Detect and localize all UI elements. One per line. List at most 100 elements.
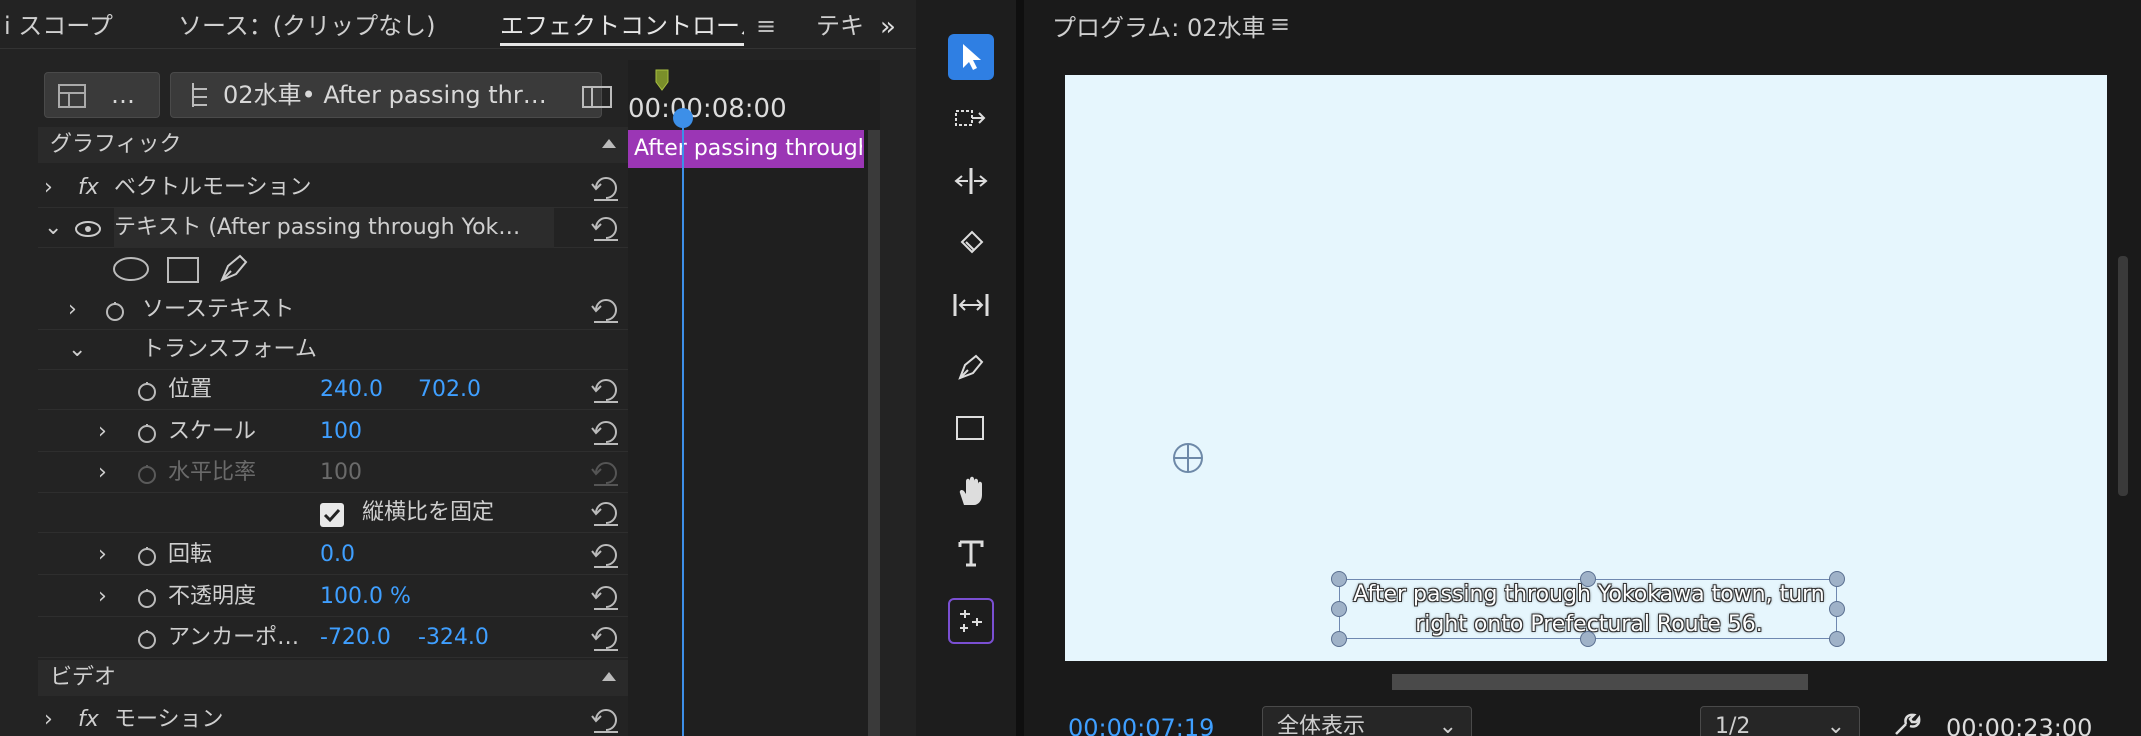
- reset-icon[interactable]: [590, 541, 622, 569]
- row-source-text[interactable]: › ソーステキスト: [38, 290, 628, 330]
- panel-toggle-icon[interactable]: [582, 86, 612, 112]
- program-horizontal-scrollbar[interactable]: [1392, 674, 1808, 690]
- timeline-clip[interactable]: After passing through: [628, 130, 864, 168]
- collapse-chevron-icon[interactable]: ⌄: [68, 330, 86, 370]
- in-point-marker-icon[interactable]: [654, 68, 670, 92]
- reset-icon[interactable]: [590, 583, 622, 611]
- reset-icon[interactable]: [590, 214, 622, 242]
- section-video[interactable]: ビデオ: [38, 660, 628, 696]
- ellipse-mask-icon[interactable]: [112, 256, 150, 286]
- stopwatch-icon[interactable]: [136, 587, 158, 609]
- text-bounding-box[interactable]: After passing through Yokokawa town, tur…: [1339, 579, 1837, 639]
- stopwatch-icon[interactable]: [104, 300, 126, 322]
- collapse-chevron-icon[interactable]: ⌄: [44, 208, 62, 248]
- expand-chevron-icon[interactable]: ›: [44, 700, 53, 736]
- ripple-edit-icon: [954, 168, 988, 194]
- tab-text[interactable]: テキ: [816, 6, 868, 46]
- transform-handle[interactable]: [1331, 601, 1347, 617]
- program-menu-icon[interactable]: ≡: [1270, 10, 1290, 38]
- pen-tool[interactable]: [948, 344, 994, 390]
- vertical-scrollbar[interactable]: [868, 130, 880, 736]
- zoom-value: 全体表示: [1277, 714, 1366, 736]
- zoom-dropdown[interactable]: 全体表示 ⌄: [1262, 706, 1472, 736]
- clip-selector[interactable]: 02水車• After passing thr…: [170, 72, 602, 118]
- stopwatch-icon[interactable]: [136, 422, 158, 444]
- resolution-dropdown[interactable]: 1/2 ⌄: [1700, 706, 1860, 736]
- expand-chevron-icon[interactable]: ›: [98, 535, 107, 575]
- expand-chevron-icon[interactable]: ›: [44, 168, 53, 208]
- playhead[interactable]: [673, 108, 693, 128]
- panel-menu-icon[interactable]: ≡: [756, 12, 776, 40]
- position-y-value[interactable]: 702.0: [418, 370, 481, 410]
- slip-tool[interactable]: [948, 282, 994, 328]
- row-scale-width: › 水平比率 100: [38, 453, 628, 493]
- expand-chevron-icon[interactable]: ›: [68, 290, 77, 330]
- expand-chevron-icon[interactable]: ›: [98, 453, 107, 493]
- position-x-value[interactable]: 240.0: [320, 370, 383, 410]
- row-vector-motion[interactable]: › fx ベクトルモーション: [38, 168, 628, 208]
- master-clip-button[interactable]: …: [44, 72, 160, 118]
- scale-value[interactable]: 100: [320, 412, 362, 452]
- uniform-scale-checkbox[interactable]: [320, 503, 344, 527]
- reset-icon[interactable]: [590, 624, 622, 652]
- section-graphics[interactable]: グラフィック: [38, 127, 628, 163]
- reset-icon[interactable]: [590, 174, 622, 202]
- rectangle-mask-icon[interactable]: [166, 256, 200, 288]
- current-timecode[interactable]: 00:00:07:19: [1068, 714, 1214, 736]
- row-motion[interactable]: › fx モーション: [38, 700, 628, 736]
- effect-mini-timeline[interactable]: 00:00:08:00 After passing through: [628, 60, 880, 736]
- stopwatch-icon[interactable]: [136, 628, 158, 650]
- transform-handle[interactable]: [1829, 571, 1845, 587]
- reset-icon[interactable]: [590, 376, 622, 404]
- transform-handle[interactable]: [1331, 571, 1347, 587]
- opacity-value[interactable]: 100.0 %: [320, 577, 411, 617]
- expand-chevron-icon[interactable]: ›: [98, 577, 107, 617]
- transform-handle[interactable]: [1829, 631, 1845, 647]
- collapse-up-icon[interactable]: [602, 672, 616, 681]
- graphics-tool[interactable]: [948, 598, 994, 644]
- stopwatch-icon[interactable]: [136, 545, 158, 567]
- razor-tool[interactable]: [948, 220, 994, 266]
- tab-effect-controls[interactable]: エフェクトコントロール: [500, 6, 744, 46]
- panel-splitter[interactable]: [1016, 0, 1024, 736]
- transform-handle[interactable]: [1331, 631, 1347, 647]
- collapse-up-icon[interactable]: [602, 139, 616, 148]
- eye-icon[interactable]: [74, 220, 102, 242]
- ripple-edit-tool[interactable]: [948, 158, 994, 204]
- transform-handle[interactable]: [1580, 571, 1596, 587]
- transform-handle[interactable]: [1829, 601, 1845, 617]
- fx-icon: fx: [78, 707, 99, 732]
- type-tool[interactable]: [948, 530, 994, 576]
- pen-mask-icon[interactable]: [218, 252, 250, 288]
- anchor-y-value[interactable]: -324.0: [418, 618, 489, 658]
- row-text-layer[interactable]: ⌄ テキスト (After passing through Yok…: [38, 208, 628, 248]
- program-vertical-scrollbar[interactable]: [2118, 256, 2128, 496]
- stopwatch-icon[interactable]: [136, 380, 158, 402]
- rotation-value[interactable]: 0.0: [320, 535, 355, 575]
- wrench-icon[interactable]: [1892, 712, 1922, 736]
- reset-icon: [591, 462, 618, 486]
- reset-icon[interactable]: [590, 499, 622, 527]
- tab-source[interactable]: ソース：(クリップなし): [178, 6, 448, 46]
- row-scale: › スケール 100: [38, 412, 628, 452]
- reset-icon[interactable]: [590, 418, 622, 446]
- reset-icon[interactable]: [590, 706, 622, 734]
- anchor-x-value[interactable]: -720.0: [320, 618, 391, 658]
- track-select-icon: [955, 110, 986, 126]
- anchor-point-icon[interactable]: [1171, 441, 1205, 475]
- hand-tool[interactable]: [948, 468, 994, 514]
- selection-tool[interactable]: [948, 34, 994, 80]
- program-title: プログラム: 02水車: [1052, 14, 1266, 42]
- pen-icon: [958, 354, 984, 380]
- expand-chevron-icon[interactable]: ›: [98, 412, 107, 452]
- transform-handle[interactable]: [1580, 631, 1596, 647]
- track-select-tool[interactable]: [948, 96, 994, 142]
- program-video-frame[interactable]: After passing through Yokokawa town, tur…: [1065, 75, 2107, 661]
- tab-scope[interactable]: i スコープ: [4, 6, 114, 46]
- reset-icon[interactable]: [590, 296, 622, 324]
- rectangle-tool[interactable]: [948, 406, 994, 452]
- row-transform[interactable]: ⌄ トランスフォーム: [38, 330, 628, 370]
- clip-tree-icon: [183, 73, 213, 117]
- source-text-label: ソーステキスト: [142, 297, 295, 322]
- overflow-tabs-icon[interactable]: »: [880, 12, 896, 42]
